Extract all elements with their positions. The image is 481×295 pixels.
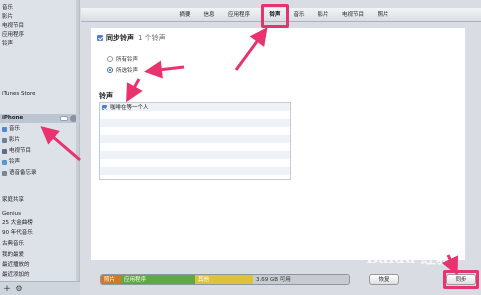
radio-icon: [107, 55, 113, 62]
tv-icon: [2, 148, 7, 154]
sidebar-item-home-sharing[interactable]: 家庭共享: [2, 196, 24, 204]
music-icon: [2, 126, 7, 132]
sidebar-item-movies[interactable]: 影片: [2, 13, 13, 21]
tone-count: 1 个铃声: [138, 33, 166, 42]
list-stripe: [100, 167, 290, 175]
capacity-other: 其他: [195, 275, 253, 284]
device-item-tones[interactable]: 铃声: [2, 158, 20, 166]
watermark: Baidu 经验: [366, 249, 451, 267]
bell-icon: [2, 159, 7, 165]
tab-apps[interactable]: 应用程序: [222, 8, 256, 22]
tab-summary[interactable]: 摘要: [174, 8, 196, 22]
microphone-icon: [2, 170, 7, 176]
tones-panel: 同步铃声 1 个铃声 所有铃声 所选铃声 铃声 咖啡在等一个人: [91, 28, 465, 260]
sidebar-item-tv-shows[interactable]: 电视节目: [2, 22, 24, 30]
list-stripe: [100, 111, 290, 119]
battery-icon: [60, 116, 68, 121]
ringtones-heading: 铃声: [99, 92, 113, 100]
list-stripe: [100, 143, 290, 151]
ringtone-name: 咖啡在等一个人: [110, 105, 149, 111]
list-stripe: [100, 151, 290, 159]
sidebar-scrollbar[interactable]: [76, 0, 79, 281]
capacity-apps: 应用程序: [121, 275, 195, 284]
sidebar-item-music[interactable]: 音乐: [2, 4, 13, 12]
sidebar-footer: + ⚙: [0, 281, 80, 295]
sidebar-item-itunes-store[interactable]: iTunes Store: [2, 90, 36, 98]
sidebar-device-iphone[interactable]: iPhone: [0, 114, 80, 123]
radio-all-tones[interactable]: 所有铃声: [107, 54, 138, 63]
ringtones-list: 咖啡在等一个人: [99, 102, 291, 180]
sidebar: 音乐 影片 电视节目 应用程序 铃声 iTunes Store iPhone 音…: [0, 0, 80, 295]
tab-music[interactable]: 音乐: [288, 8, 310, 22]
tab-info[interactable]: 信息: [198, 8, 220, 22]
sidebar-item-tones[interactable]: 铃声: [2, 40, 13, 48]
playlist-90s[interactable]: 90 年代音乐: [2, 229, 33, 237]
list-stripe: [100, 135, 290, 143]
restore-button[interactable]: 恢复: [369, 274, 399, 285]
tab-tv-shows[interactable]: 电视节目: [336, 8, 370, 22]
playlist-favorites[interactable]: 我的最爱: [2, 251, 24, 259]
device-item-music[interactable]: 音乐: [2, 125, 20, 133]
capacity-photos: 照片: [101, 275, 121, 284]
list-stripe: [100, 159, 290, 167]
device-label: iPhone: [2, 115, 24, 121]
capacity-free: 3.69 GB 可用: [253, 275, 349, 284]
playlist-recently-played[interactable]: 最近播放的: [2, 261, 30, 269]
list-item[interactable]: 咖啡在等一个人: [100, 103, 290, 111]
film-icon: [2, 137, 7, 143]
sync-tones-label: 同步铃声: [106, 33, 134, 42]
list-stripe: [100, 119, 290, 127]
sync-highlight-box: [443, 270, 479, 289]
add-playlist-button[interactable]: +: [2, 284, 12, 294]
device-item-tv[interactable]: 电视节目: [2, 147, 31, 155]
gear-icon[interactable]: ⚙: [14, 284, 24, 294]
sync-tones-checkbox[interactable]: 同步铃声 1 个铃声: [97, 33, 166, 42]
ringtone-checkbox[interactable]: [102, 104, 107, 110]
tab-highlight-box: [261, 4, 289, 28]
playlist-top25[interactable]: 25 大金曲榜: [2, 219, 33, 227]
device-item-voice-memos[interactable]: 语音备忘录: [2, 169, 37, 177]
tab-movies[interactable]: 影片: [312, 8, 334, 22]
playlist-classical[interactable]: 古典音乐: [2, 240, 24, 248]
radio-selected-tones[interactable]: 所选铃声: [107, 65, 138, 74]
capacity-bar: 照片 应用程序 其他 3.69 GB 可用: [100, 274, 350, 285]
tab-photos[interactable]: 照片: [372, 8, 394, 22]
main-area: 摘要 信息 应用程序 铃声 音乐 影片 电视节目 照片 同步铃声 1 个铃声 所…: [81, 0, 481, 295]
checkbox-icon: [97, 34, 103, 41]
radio-selected-icon: [107, 66, 113, 73]
playlist-genius[interactable]: Genius: [2, 210, 21, 218]
sidebar-item-apps[interactable]: 应用程序: [2, 31, 24, 39]
device-item-movies[interactable]: 影片: [2, 136, 20, 144]
playlist-recently-added[interactable]: 最近添加的: [2, 271, 30, 279]
list-stripe: [100, 127, 290, 135]
